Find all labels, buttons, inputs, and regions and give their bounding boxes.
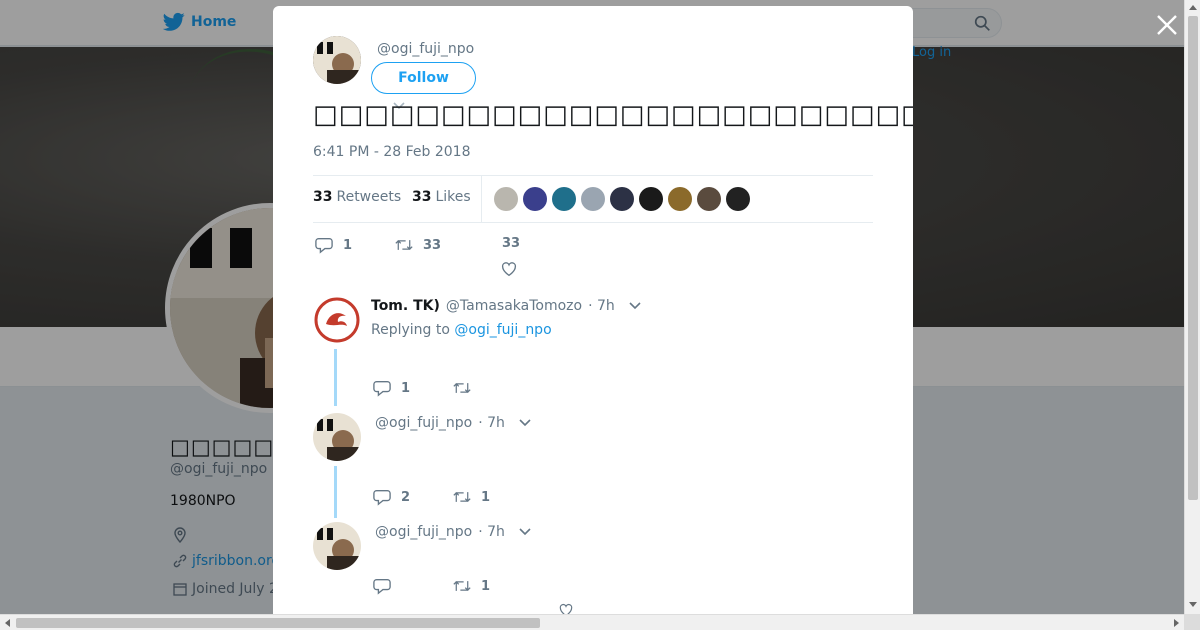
tweet-timestamp[interactable]: 6:41 PM - 28 Feb 2018	[313, 144, 471, 160]
thread-connector	[334, 349, 337, 406]
reply-icon	[315, 238, 333, 254]
liker-avatar[interactable]	[697, 187, 721, 211]
vertical-scroll-thumb[interactable]	[1188, 16, 1198, 500]
likes-stat[interactable]: 33 Likes	[412, 189, 471, 205]
retweet-icon	[395, 240, 413, 250]
reply-time[interactable]: · 7h	[588, 298, 615, 314]
like-count-label: 33	[502, 236, 520, 251]
scroll-right-arrow-icon[interactable]	[1174, 619, 1179, 627]
reply-icon	[373, 579, 391, 595]
liker-avatar[interactable]	[726, 187, 750, 211]
reply-tweet[interactable]: Tom. TK) @TamasakaTomozo · 7h Replying t…	[313, 296, 873, 406]
reply-tweet[interactable]: @ogi_fuji_npo · 7h 2 1	[313, 413, 873, 513]
liker-avatar[interactable]	[523, 187, 547, 211]
tweet-text: □□□□□□□□□□□□□□□□□□□□□□□□□□□□□□□□□□□□□□□□…	[313, 100, 913, 130]
tweet-actions: 1 33 33	[313, 234, 873, 284]
reply-author-avatar[interactable]	[313, 296, 361, 344]
chevron-down-icon[interactable]	[629, 302, 641, 310]
avatar-photo	[313, 522, 361, 570]
reply-count: 1	[401, 380, 411, 396]
liker-avatar[interactable]	[668, 187, 692, 211]
replying-to-handle[interactable]: @ogi_fuji_npo	[454, 322, 551, 338]
retweet-count: 1	[481, 578, 491, 594]
tweet-modal: @ogi_fuji_npo Follow □□□□□□□□□□□□□□□□□□□…	[273, 6, 913, 614]
avatar-photo	[313, 413, 361, 461]
liker-avatar[interactable]	[552, 187, 576, 211]
replying-to: Replying to @ogi_fuji_npo	[371, 322, 552, 338]
reply-action[interactable]	[373, 577, 401, 595]
thread-connector	[334, 466, 337, 518]
likes-label: Likes	[435, 189, 471, 205]
horizontal-scroll-thumb[interactable]	[16, 618, 540, 628]
reply-icon	[373, 381, 391, 397]
reply-action[interactable]: 1	[373, 379, 410, 397]
vertical-scrollbar[interactable]	[1184, 0, 1200, 614]
reply-header: @ogi_fuji_npo · 7h	[375, 415, 531, 431]
retweet-action[interactable]: 33	[395, 236, 441, 254]
reply-author-handle[interactable]: @ogi_fuji_npo	[375, 415, 472, 431]
reply-author-handle[interactable]: @ogi_fuji_npo	[375, 524, 472, 540]
retweet-action[interactable]: 1	[453, 577, 490, 595]
scroll-left-arrow-icon[interactable]	[5, 619, 10, 627]
liker-avatar[interactable]	[610, 187, 634, 211]
reply-time[interactable]: · 7h	[478, 524, 505, 540]
retweet-count: 1	[481, 489, 491, 505]
retweet-count: 33	[423, 237, 442, 253]
reply-action[interactable]: 2	[373, 488, 410, 506]
liker-avatar[interactable]	[581, 187, 605, 211]
stats-divider	[481, 176, 482, 222]
scroll-up-arrow-icon[interactable]	[1189, 5, 1197, 10]
reply-time[interactable]: · 7h	[478, 415, 505, 431]
likes-count: 33	[412, 189, 432, 205]
retweet-action[interactable]	[453, 379, 481, 397]
reply-count: 1	[343, 237, 353, 253]
replying-to-prefix: Replying to	[371, 322, 450, 338]
reply-count: 2	[401, 489, 411, 505]
reply-header: @ogi_fuji_npo · 7h	[375, 524, 531, 540]
chevron-down-icon[interactable]	[519, 419, 531, 427]
retweet-icon	[453, 581, 471, 591]
likers-avatars	[494, 187, 750, 211]
reply-action[interactable]: 1	[315, 236, 352, 254]
reply-author-avatar[interactable]	[313, 522, 361, 570]
reply-author-avatar[interactable]	[313, 413, 361, 461]
retweet-icon	[453, 383, 471, 393]
reply-author-handle[interactable]: @TamasakaTomozo	[446, 298, 582, 314]
retweet-icon	[453, 492, 471, 502]
reply-author-name[interactable]: Tom. TK)	[371, 298, 440, 314]
tweet-stats: 33 Retweets 33 Likes	[313, 175, 873, 223]
follow-button[interactable]: Follow	[371, 62, 476, 94]
horizontal-scrollbar[interactable]	[0, 614, 1184, 630]
tweet-author-avatar[interactable]	[313, 36, 361, 84]
avatar-photo	[313, 36, 361, 84]
retweets-count: 33	[313, 189, 333, 205]
retweet-action[interactable]: 1	[453, 488, 490, 506]
reply-icon	[373, 490, 391, 506]
heart-icon[interactable]	[558, 602, 574, 614]
close-icon[interactable]	[1154, 12, 1180, 38]
chevron-down-icon[interactable]	[519, 528, 531, 536]
liker-avatar[interactable]	[639, 187, 663, 211]
tweet-author-handle[interactable]: @ogi_fuji_npo	[377, 41, 474, 57]
retweets-label: Retweets	[336, 189, 402, 205]
retweets-stat[interactable]: 33 Retweets	[313, 189, 401, 205]
like-count: 33	[502, 236, 521, 251]
reply-header: Tom. TK) @TamasakaTomozo · 7h	[371, 298, 641, 314]
dragon-avatar-image	[313, 296, 361, 344]
liker-avatar[interactable]	[494, 187, 518, 211]
scroll-down-arrow-icon[interactable]	[1189, 602, 1197, 607]
reply-tweet[interactable]: @ogi_fuji_npo · 7h 1	[313, 522, 873, 614]
scrollbar-corner	[1184, 614, 1200, 630]
heart-icon[interactable]	[500, 260, 518, 278]
